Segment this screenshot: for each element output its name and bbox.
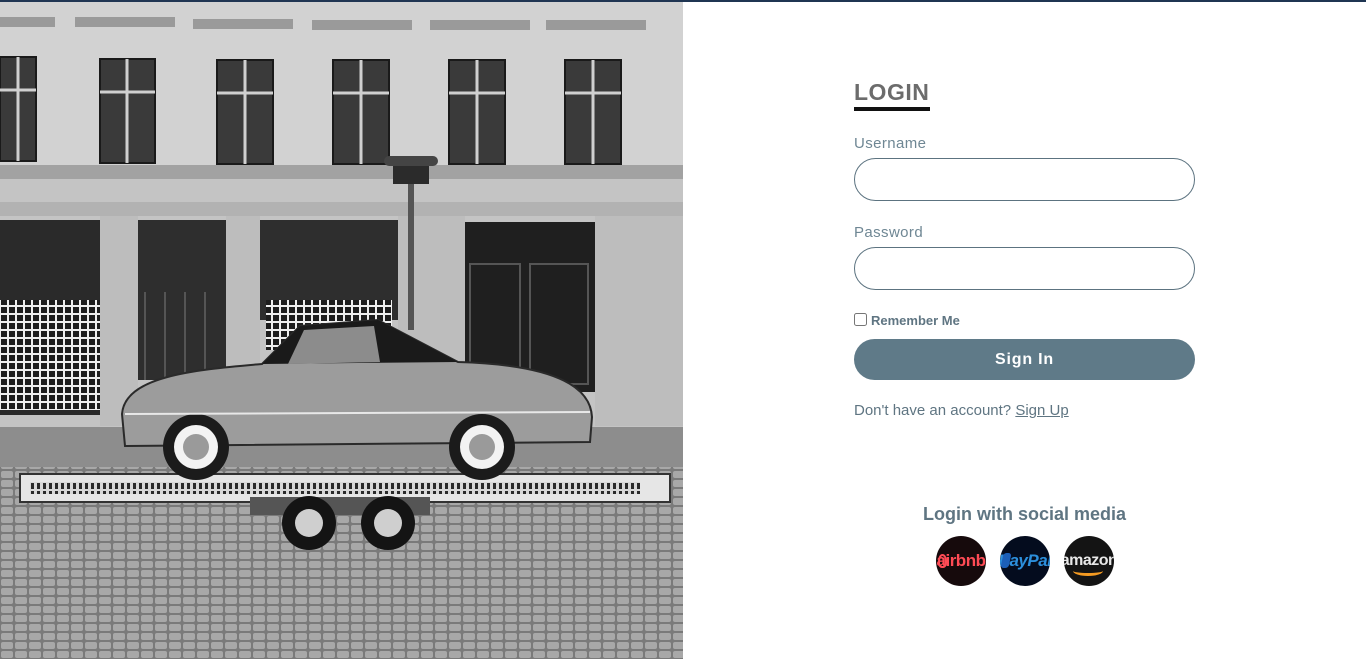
password-input[interactable] xyxy=(854,247,1195,290)
sign-up-link[interactable]: Sign Up xyxy=(1015,402,1068,419)
title-underline xyxy=(854,107,930,111)
page-title: LOGIN xyxy=(854,79,930,105)
paypal-login-button[interactable]: PayPal xyxy=(1000,536,1050,586)
hero-image xyxy=(0,2,683,659)
remember-me-checkbox[interactable] xyxy=(854,313,867,326)
username-input[interactable] xyxy=(854,158,1195,201)
airbnb-icon xyxy=(938,554,947,568)
social-login-title: Login with social media xyxy=(922,504,1127,524)
signup-prompt-row: Don't have an account? Sign Up xyxy=(854,402,1069,419)
remember-me-row: Remember Me xyxy=(854,312,960,328)
amazon-login-button[interactable]: amazon xyxy=(1064,536,1114,586)
remember-me-label: Remember Me xyxy=(871,313,960,328)
password-label: Password xyxy=(854,224,924,241)
amazon-icon xyxy=(1073,566,1103,576)
signup-prompt-text: Don't have an account? xyxy=(854,402,1012,419)
airbnb-login-button[interactable]: airbnb xyxy=(936,536,986,586)
username-label: Username xyxy=(854,135,927,152)
sign-in-button[interactable]: Sign In xyxy=(854,339,1195,380)
